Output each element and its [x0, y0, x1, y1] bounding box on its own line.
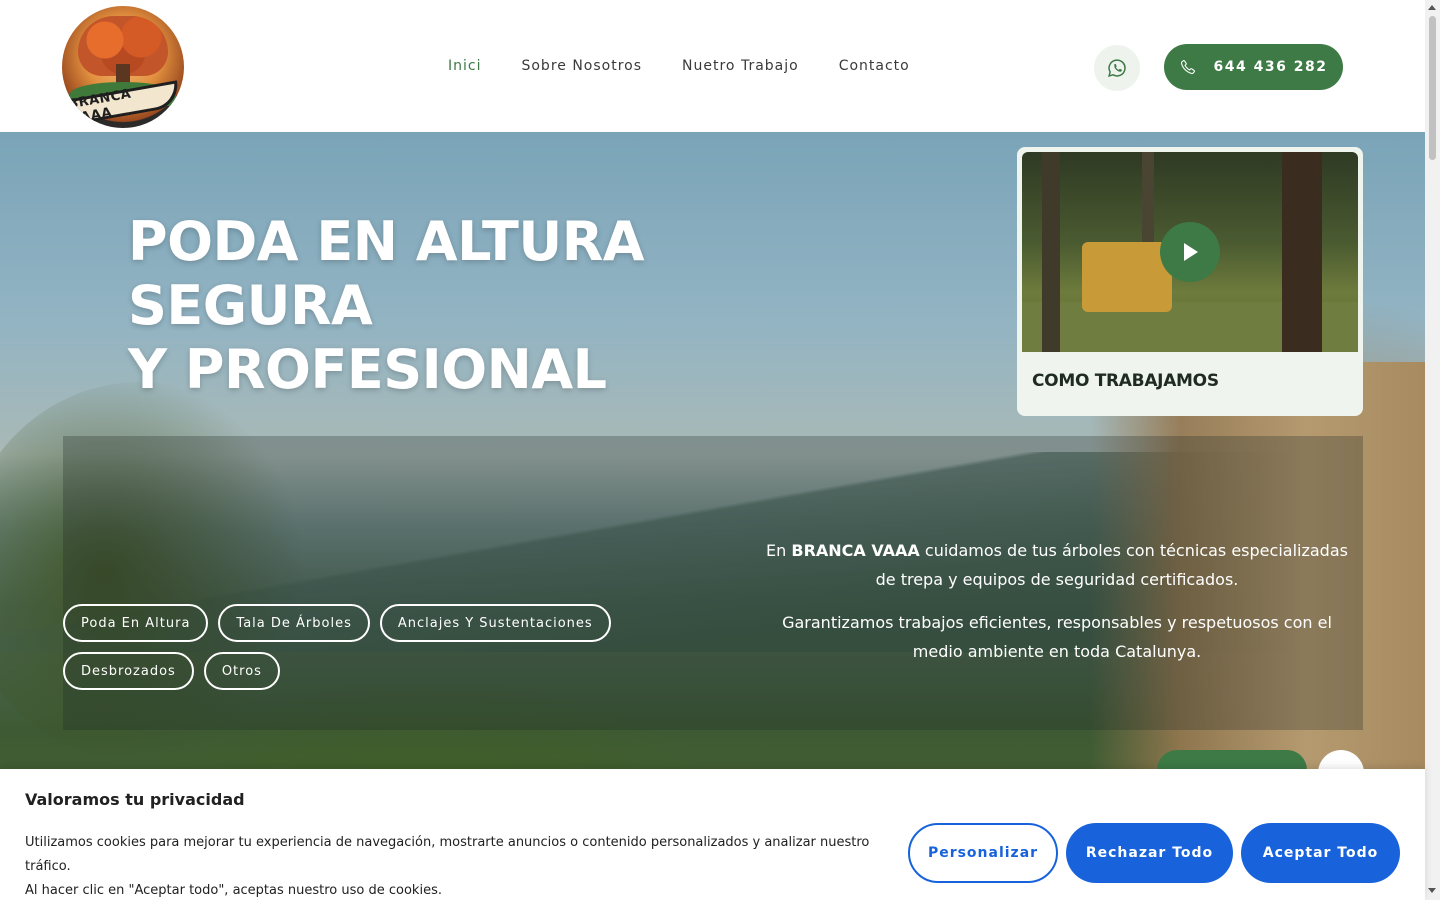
hero-title: PODA EN ALTURA SEGURA Y PROFESIONAL	[128, 210, 888, 402]
cookie-reject-button[interactable]: Rechazar Todo	[1066, 823, 1233, 883]
nav-item-contacto[interactable]: Contacto	[839, 58, 910, 74]
hero-title-line1: PODA EN ALTURA SEGURA	[128, 210, 645, 337]
chip-otros[interactable]: Otros	[203, 652, 280, 690]
thumb-forestry-machine	[1082, 242, 1172, 312]
phone-call-button[interactable]: 644 436 282	[1164, 44, 1343, 90]
chip-tala-de-arboles[interactable]: Tala De Árboles	[218, 604, 370, 642]
chip-poda-en-altura[interactable]: Poda En Altura	[63, 604, 209, 642]
hero-description: En BRANCA VAAA cuidamos de tus árboles c…	[757, 536, 1357, 666]
site-header: BRANCA VAAA Inici Sobre Nosotros Nuetro …	[0, 0, 1425, 132]
hero-description-1: En BRANCA VAAA cuidamos de tus árboles c…	[757, 536, 1357, 594]
hero-description-2: Garantizamos trabajos eficientes, respon…	[782, 613, 1332, 661]
nav-item-inici[interactable]: Inici	[448, 58, 481, 74]
phone-icon	[1180, 60, 1195, 75]
hero-info-panel: Poda En Altura Tala De Árboles Anclajes …	[63, 436, 1363, 730]
whatsapp-button[interactable]	[1094, 45, 1140, 91]
intro-brand: BRANCA VAAA	[791, 541, 920, 560]
scroll-up-arrow-icon[interactable]	[1428, 5, 1436, 10]
cookie-title: Valoramos tu privacidad	[25, 790, 245, 809]
nav-item-nuetro-trabajo[interactable]: Nuetro Trabajo	[682, 58, 799, 74]
cookie-customize-button[interactable]: Personalizar	[908, 823, 1058, 883]
video-thumbnail[interactable]	[1022, 152, 1358, 352]
brand-logo[interactable]: BRANCA VAAA	[62, 6, 184, 128]
chip-anclajes[interactable]: Anclajes Y Sustentaciones	[379, 604, 611, 642]
intro-rest: cuidamos de tus árboles con técnicas esp…	[875, 541, 1348, 589]
scroll-down-arrow-icon[interactable]	[1428, 888, 1436, 893]
video-card[interactable]: COMO TRABAJAMOS	[1017, 147, 1363, 416]
play-button[interactable]	[1160, 222, 1220, 282]
service-chips: Poda En Altura Tala De Árboles Anclajes …	[63, 604, 683, 690]
chip-desbrozados[interactable]: Desbrozados	[63, 652, 194, 690]
intro-prefix: En	[766, 541, 792, 560]
cookie-text-line1: Utilizamos cookies para mejorar tu exper…	[25, 835, 870, 874]
phone-number: 644 436 282	[1213, 59, 1328, 75]
scroll-thumb[interactable]	[1429, 16, 1436, 160]
whatsapp-icon	[1108, 59, 1126, 77]
hero-title-line2: Y PROFESIONAL	[128, 338, 607, 401]
page-scrollbar[interactable]	[1425, 0, 1440, 900]
cookie-text: Utilizamos cookies para mejorar tu exper…	[25, 831, 895, 900]
thumb-tree	[1042, 152, 1060, 352]
cookie-banner: Valoramos tu privacidad Utilizamos cooki…	[0, 769, 1425, 900]
main-nav: Inici Sobre Nosotros Nuetro Trabajo Cont…	[448, 58, 910, 74]
cookie-text-line2: Al hacer clic en "Aceptar todo", aceptas…	[25, 883, 442, 898]
nav-item-sobre-nosotros[interactable]: Sobre Nosotros	[521, 58, 642, 74]
video-card-title: COMO TRABAJAMOS	[1032, 371, 1219, 391]
cookie-accept-button[interactable]: Aceptar Todo	[1241, 823, 1400, 883]
thumb-tree	[1282, 152, 1322, 352]
play-icon	[1184, 243, 1198, 261]
